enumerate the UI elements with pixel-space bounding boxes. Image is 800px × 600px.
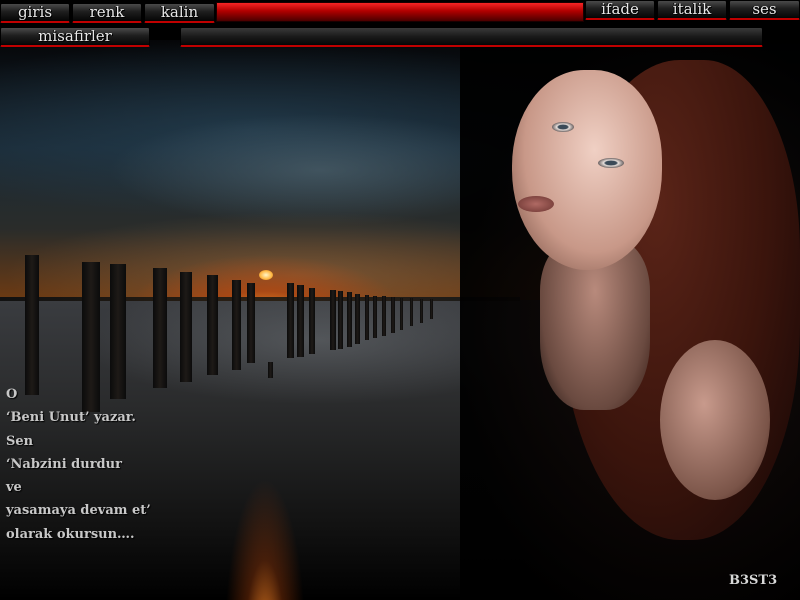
pier-post	[207, 275, 218, 375]
horizon	[0, 297, 520, 301]
renk-button[interactable]: renk	[72, 3, 142, 23]
pier-post	[297, 285, 304, 357]
poem-line: yasamaya devam et’	[6, 503, 151, 519]
portrait-shoulder	[660, 340, 770, 500]
poem-line: Sen	[6, 433, 34, 449]
kalin-button[interactable]: kalin	[144, 3, 215, 23]
pier-post	[347, 292, 352, 347]
ifade-button[interactable]: ifade	[585, 0, 655, 20]
poem-text: O ‘Beni Unut’ yazar. Sen ‘Nabzini durdur…	[6, 385, 151, 548]
ses-button[interactable]: ses	[729, 0, 800, 20]
pier-post	[180, 272, 192, 382]
sun	[259, 270, 273, 280]
misafirler-button[interactable]: misafirler	[0, 27, 150, 47]
pier-post	[110, 264, 126, 399]
pier-post	[338, 291, 343, 349]
pier-post	[391, 297, 395, 333]
pier-post	[382, 296, 386, 336]
top-accent-bar	[216, 2, 584, 22]
italik-button[interactable]: italik	[657, 0, 727, 20]
poem-line: ‘Nabzini durdur	[6, 456, 122, 472]
pier-post	[420, 299, 423, 323]
poem-line: ‘Beni Unut’ yazar.	[6, 410, 136, 426]
poem-line: ve	[6, 480, 22, 496]
portrait-eye-left	[552, 122, 574, 132]
pier-post	[25, 255, 39, 395]
portrait-face	[512, 70, 662, 270]
pier-post	[430, 299, 433, 319]
pier-post	[365, 295, 369, 340]
giris-button[interactable]: giris	[0, 3, 70, 23]
pier-post	[373, 296, 377, 338]
pier-post	[247, 283, 255, 363]
pier-post	[355, 294, 360, 344]
message-input[interactable]	[180, 27, 763, 47]
portrait-lips	[518, 196, 554, 212]
signature: B3ST3	[729, 573, 778, 588]
pier-post	[268, 362, 273, 378]
pier-post	[330, 290, 336, 350]
pier-post	[287, 283, 294, 358]
poem-line: olarak okursun….	[6, 526, 135, 542]
pier-post	[232, 280, 241, 370]
pier-post	[400, 298, 403, 330]
pier-post	[410, 298, 413, 326]
pier-post	[309, 288, 315, 354]
portrait-eye-right	[598, 158, 624, 168]
pier-post	[153, 268, 167, 388]
poem-line: O	[6, 387, 18, 402]
